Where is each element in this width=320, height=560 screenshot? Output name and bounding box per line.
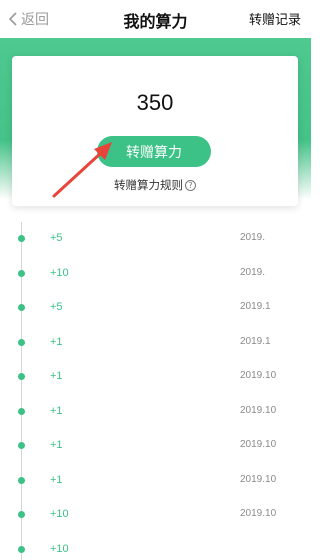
- list-item: +10 2019.: [0, 257, 311, 292]
- nav-bar: 返回 我的算力 转赠记录: [0, 0, 311, 38]
- record-date: 2019.10: [240, 473, 277, 485]
- timeline-dot: [18, 269, 25, 277]
- list-item: +10: [0, 533, 311, 560]
- record-amount: +5: [50, 232, 63, 244]
- list-item: +1 2019.1: [0, 326, 311, 361]
- compute-balance: 350: [136, 90, 174, 115]
- timeline-dot: [18, 235, 25, 242]
- list-item: +1 2019.10: [0, 429, 311, 464]
- record-amount: +5: [50, 301, 63, 313]
- back-button[interactable]: 返回: [8, 8, 49, 30]
- record-amount: +10: [50, 542, 69, 555]
- timeline-dot: [18, 304, 25, 311]
- transfer-compute-button[interactable]: 转赠算力: [97, 136, 211, 167]
- balance-card: 350 转赠算力 转赠算力规则 ?: [12, 56, 298, 206]
- record-amount: +1: [50, 439, 63, 451]
- timeline-dot: [18, 511, 25, 518]
- record-date: 2019.10: [240, 439, 277, 450]
- question-circle-icon: ?: [185, 179, 196, 191]
- records-list: +5 2019. +10 2019. +5 2019.1 +1 2019.1 +…: [0, 222, 311, 560]
- list-item: +5 2019.1: [0, 291, 311, 326]
- transfer-rules-link[interactable]: 转赠算力规则 ?: [12, 177, 298, 193]
- list-item: +5 2019.: [0, 222, 311, 257]
- list-item: +1 2019.10: [0, 395, 311, 430]
- record-date: 2019.10: [240, 508, 277, 519]
- record-date: 2019.1: [240, 301, 271, 312]
- timeline-dot: [18, 407, 25, 415]
- transfer-records-link[interactable]: 转赠记录: [249, 9, 301, 28]
- record-date: 2019.1: [240, 335, 271, 347]
- timeline-dot: [18, 338, 25, 346]
- list-item: +1 2019.10: [0, 360, 311, 395]
- list-item: +1 2019.10: [0, 464, 311, 499]
- record-amount: +1: [50, 335, 63, 348]
- record-amount: +1: [50, 404, 63, 417]
- record-amount: +1: [50, 370, 63, 382]
- record-amount: +1: [50, 473, 63, 486]
- chevron-left-icon: [8, 12, 17, 26]
- timeline-dot: [18, 373, 25, 380]
- record-date: 2019.10: [240, 404, 277, 416]
- timeline-dot: [18, 545, 25, 553]
- timeline-dot: [18, 476, 25, 484]
- record-date: 2019.: [240, 232, 266, 243]
- record-amount: +10: [50, 508, 69, 520]
- list-item: +10 2019.10: [0, 498, 311, 533]
- record-date: 2019.: [240, 266, 266, 278]
- back-label: 返回: [21, 12, 49, 28]
- transfer-rules-label: 转赠算力规则: [114, 178, 183, 192]
- timeline-dot: [18, 442, 25, 449]
- record-date: 2019.10: [240, 370, 277, 381]
- record-amount: +10: [50, 266, 69, 279]
